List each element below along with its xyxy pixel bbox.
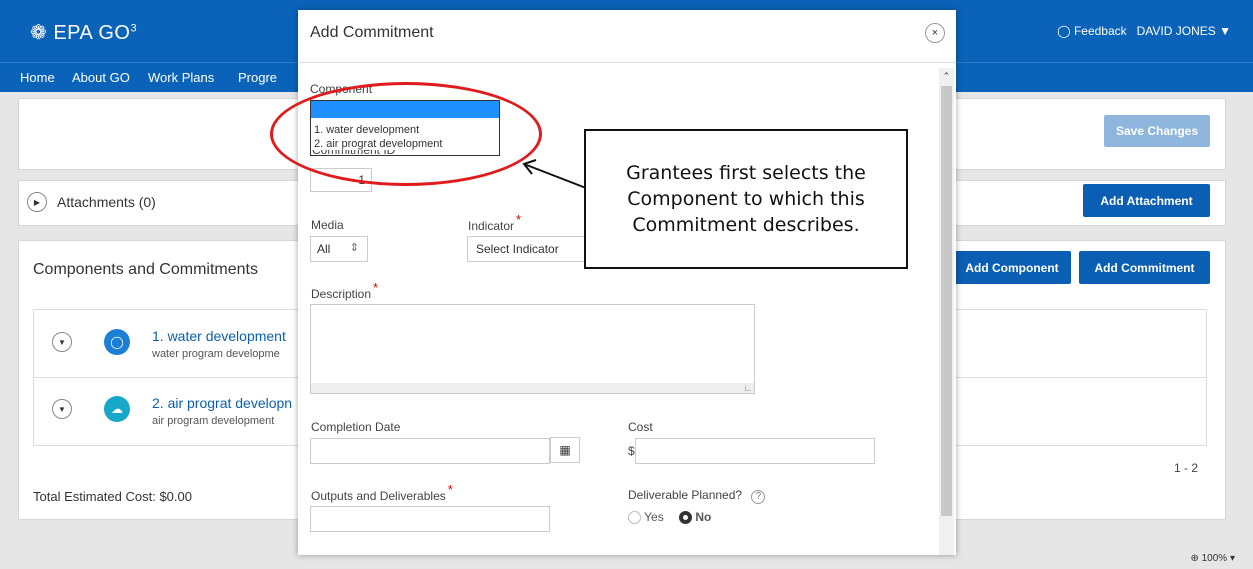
calendar-icon[interactable]: ▦ <box>550 437 580 463</box>
outputs-input[interactable] <box>310 506 550 532</box>
cloud-icon: ☁ <box>104 396 130 422</box>
epa-flower-icon: ❁ <box>30 22 48 44</box>
pagination-range: 1 - 2 <box>1174 461 1199 475</box>
indicator-select[interactable]: Select Indicator <box>467 236 587 262</box>
logo-text: EPA GO <box>53 22 131 44</box>
stepper-icon: ⇕ <box>349 242 359 254</box>
deliverable-planned-text: Deliverable Planned? <box>628 488 743 502</box>
description-label: Description * <box>311 280 378 301</box>
radio-yes-label: Yes <box>644 510 664 524</box>
nav-home[interactable]: Home <box>20 70 55 85</box>
save-changes-button[interactable]: Save Changes <box>1104 115 1210 147</box>
textarea-resize-bar <box>311 383 754 393</box>
cost-input[interactable] <box>635 438 875 464</box>
radio-no[interactable] <box>679 511 693 525</box>
required-mark: * <box>373 280 379 295</box>
completion-date-input[interactable] <box>310 438 550 464</box>
add-attachment-button[interactable]: Add Attachment <box>1083 184 1210 217</box>
zoom-level[interactable]: ⊕ 100% ▾ <box>1190 553 1235 564</box>
add-commitment-button[interactable]: Add Commitment <box>1079 251 1210 284</box>
deliverable-radio-group: Yes No <box>628 510 712 525</box>
callout-arrow <box>522 159 587 189</box>
completion-date-label: Completion Date <box>311 420 401 434</box>
component-title[interactable]: 2. air prograt developn <box>152 395 292 411</box>
required-mark: * <box>447 482 453 497</box>
cost-label: Cost <box>628 420 653 434</box>
radio-no-label: No <box>695 510 712 524</box>
component-title[interactable]: 1. water development <box>152 328 286 344</box>
total-estimated-cost: Total Estimated Cost: $0.00 <box>33 489 192 504</box>
annotation-callout: Grantees first selects the Component to … <box>584 129 908 269</box>
modal-scrollbar[interactable]: ⌃ <box>939 68 954 555</box>
user-menu[interactable]: DAVID JONES ▼ <box>1137 24 1231 38</box>
outputs-label: Outputs and Deliverables * <box>311 482 453 503</box>
media-value: All <box>317 242 331 256</box>
description-textarea[interactable]: ∟ <box>310 304 755 394</box>
media-label: Media <box>311 218 344 232</box>
deliverable-planned-label: Deliverable Planned? ? <box>628 488 766 504</box>
expand-attachments-icon[interactable]: ▶ <box>27 192 47 212</box>
zoom-value: 100% <box>1201 553 1228 564</box>
scroll-up-icon[interactable]: ⌃ <box>939 68 954 84</box>
component-subtitle: water program developme <box>152 348 280 360</box>
modal-divider <box>298 62 956 63</box>
scrollbar-thumb[interactable] <box>941 86 952 516</box>
indicator-label: Indicator * <box>468 212 521 233</box>
nav-progress[interactable]: Progre <box>238 70 277 85</box>
expand-row-icon[interactable]: ▼ <box>52 332 72 352</box>
modal-title: Add Commitment <box>310 24 434 41</box>
speech-bubble-icon: ◯ <box>1057 24 1071 38</box>
radio-yes[interactable] <box>628 511 641 525</box>
highlight-oval <box>270 82 542 186</box>
caret-down-icon: ▼ <box>1219 24 1231 38</box>
component-subtitle: air program development <box>152 415 275 427</box>
logo-superscript: 3 <box>130 22 138 35</box>
feedback-label: Feedback <box>1073 24 1127 38</box>
feedback-link[interactable]: ◯ Feedback <box>1057 24 1126 38</box>
media-select[interactable]: All ⇕ <box>310 236 368 262</box>
nav-work-plans[interactable]: Work Plans <box>148 70 214 85</box>
description-label-text: Description <box>311 287 372 301</box>
add-component-button[interactable]: Add Component <box>953 251 1071 284</box>
nav-about-go[interactable]: About GO <box>72 70 130 85</box>
attachments-label: Attachments (0) <box>57 194 156 210</box>
expand-row-icon[interactable]: ▼ <box>52 399 72 419</box>
close-icon[interactable]: × <box>925 23 945 43</box>
resize-handle-icon[interactable]: ∟ <box>743 383 752 393</box>
required-mark: * <box>516 212 522 227</box>
indicator-label-text: Indicator <box>468 219 515 233</box>
water-drop-icon: ◯ <box>104 329 130 355</box>
help-icon[interactable]: ? <box>751 490 766 504</box>
outputs-label-text: Outputs and Deliverables <box>311 489 446 503</box>
user-name: DAVID JONES <box>1136 24 1216 38</box>
components-heading: Components and Commitments <box>33 261 258 278</box>
cost-prefix: $ <box>628 444 635 458</box>
zoom-icon: ⊕ <box>1190 553 1199 564</box>
epa-logo[interactable]: ❁ EPA GO3 <box>30 20 137 45</box>
header-actions: ◯ Feedback DAVID JONES ▼ <box>1057 24 1231 38</box>
